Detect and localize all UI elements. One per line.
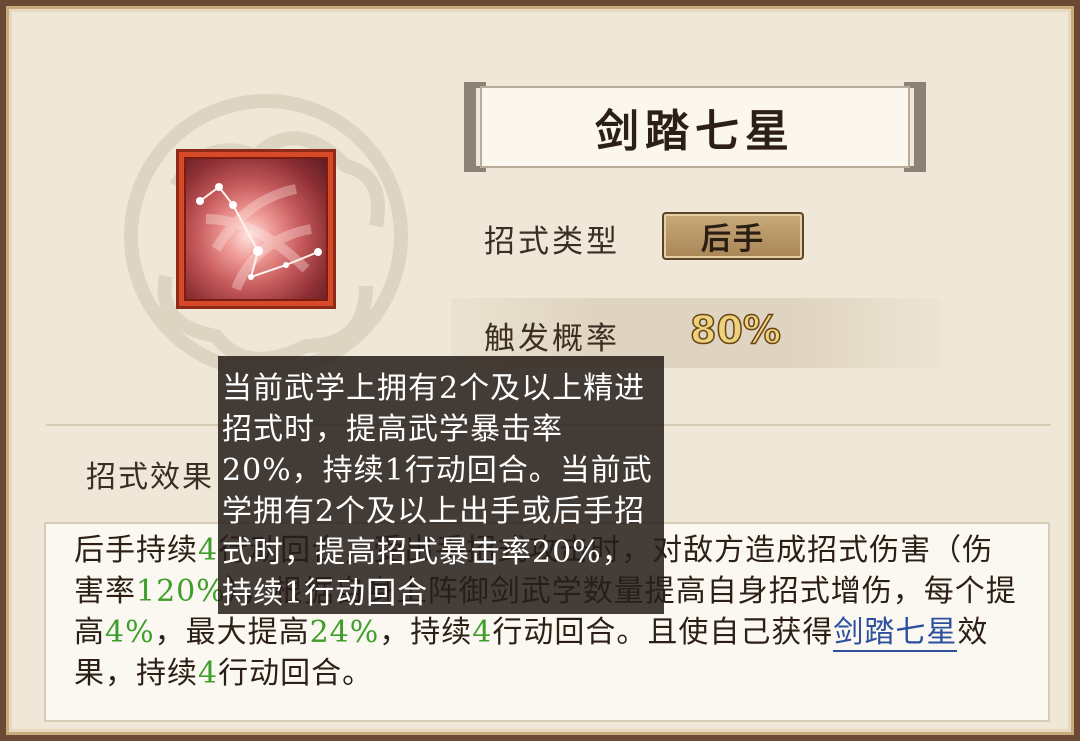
constellation-skill-icon <box>184 157 328 301</box>
skill-detail-panel: 剑踏七星 招式类型 后手 触发概率 80% 招式效果 后手持续4行动回合，受出手… <box>0 0 1080 741</box>
skill-icon-frame[interactable] <box>176 149 336 309</box>
tooltip-text: 当前武学上拥有2个及以上精进招式时，提高武学暴击率20%，持续1行动回合。当前武… <box>222 371 653 611</box>
trigger-rate-value: 80% <box>689 307 781 353</box>
title-bracket-left <box>464 82 476 172</box>
skill-type-label: 招式类型 <box>484 224 620 260</box>
skill-title-plate: 剑踏七星 <box>464 82 926 172</box>
effect-tooltip: 当前武学上拥有2个及以上精进招式时，提高武学暴击率20%，持续1行动回合。当前武… <box>218 356 664 614</box>
effect-number: 24% <box>309 615 380 650</box>
effect-text-segment: ，持续 <box>379 615 473 650</box>
skill-effect-link[interactable]: 剑踏七星 <box>833 615 958 652</box>
title-inner: 剑踏七星 <box>480 86 910 168</box>
effect-text-segment: 后手持续 <box>74 533 198 568</box>
trigger-rate-label: 触发概率 <box>484 321 620 357</box>
effect-number: 4 <box>472 615 493 650</box>
title-bracket-right <box>914 82 926 172</box>
effect-text-segment: 行动回合。且使自己获得 <box>492 615 834 650</box>
effect-text-segment: ，最大提高 <box>154 615 310 650</box>
effect-number: 4 <box>198 533 219 568</box>
effect-text-segment: 行动回合。 <box>218 656 374 691</box>
constellation-lines-icon <box>196 183 322 291</box>
effect-number: 4 <box>198 656 219 691</box>
effect-label: 招式效果 <box>86 460 214 495</box>
skill-type-badge: 后手 <box>662 212 804 260</box>
skill-name: 剑踏七星 <box>595 106 795 157</box>
effect-number: 120% <box>136 574 226 609</box>
effect-number: 4% <box>105 615 155 650</box>
